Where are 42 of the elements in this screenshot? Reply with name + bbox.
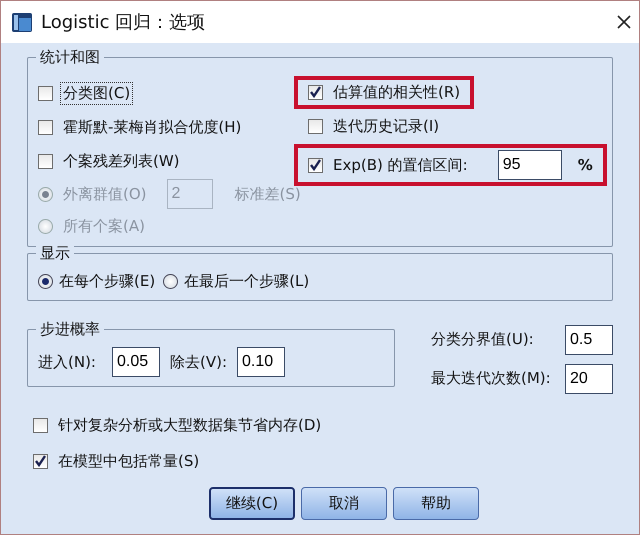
option-label: 外离群值(O) (62, 184, 148, 204)
unit-label: % (576, 155, 594, 175)
option-label: Exp(B) 的置信区间: (332, 154, 469, 176)
dialog-button[interactable]: 取消 (301, 487, 387, 520)
option-label: 估算值的相关性(R) (332, 82, 462, 103)
option-label: 分类图(C) (61, 82, 132, 104)
field-label: 分类分界值(U): (430, 329, 535, 350)
dialog-button[interactable]: 继续(C) (209, 487, 295, 520)
field-label: 进入(N): (37, 352, 97, 372)
option-label: 霍斯默-莱梅肖拟合优度(H) (62, 116, 242, 138)
option-label: 在模型中包括常量(S) (57, 450, 200, 472)
option-label: 针对复杂分析或大型数据集节省内存(D) (57, 414, 322, 436)
input-field[interactable]: 0.5 (565, 324, 613, 354)
radio-button[interactable] (38, 274, 53, 288)
option-label: 在每个步骤(E) (58, 270, 156, 292)
close-icon[interactable] (617, 15, 631, 29)
input-field[interactable]: 95 (498, 150, 562, 180)
field-label: 除去(V): (168, 352, 228, 372)
checkbox[interactable] (308, 119, 323, 134)
checkbox[interactable] (38, 154, 53, 168)
input-field[interactable]: 0.10 (237, 347, 286, 377)
checkbox[interactable] (33, 418, 48, 432)
group-title: 显示 (36, 244, 74, 263)
dialog-button[interactable]: 帮助 (393, 487, 479, 520)
window-title: Logistic 回归：选项 (41, 11, 206, 34)
option-label: 所有个案(A) (62, 216, 146, 236)
unit-label: 标准差(S) (234, 184, 302, 204)
group-title: 统计和图 (36, 48, 104, 67)
group-title: 步进概率 (36, 320, 104, 339)
field-label: 最大迭代次数(M): (430, 368, 552, 389)
option-label: 个案残差列表(W) (62, 150, 181, 172)
checkbox[interactable] (38, 86, 53, 100)
checkbox[interactable] (38, 120, 53, 134)
app-icon (11, 10, 35, 34)
option-label: 在最后一个步骤(L) (183, 270, 310, 292)
checkbox[interactable] (308, 158, 323, 172)
checkbox[interactable] (33, 454, 48, 468)
radio-button[interactable] (163, 274, 178, 288)
input-field[interactable]: 20 (565, 364, 613, 394)
input-field[interactable]: 0.05 (112, 347, 160, 377)
checkbox[interactable] (308, 85, 323, 100)
option-label: 迭代历史记录(I) (332, 116, 440, 137)
